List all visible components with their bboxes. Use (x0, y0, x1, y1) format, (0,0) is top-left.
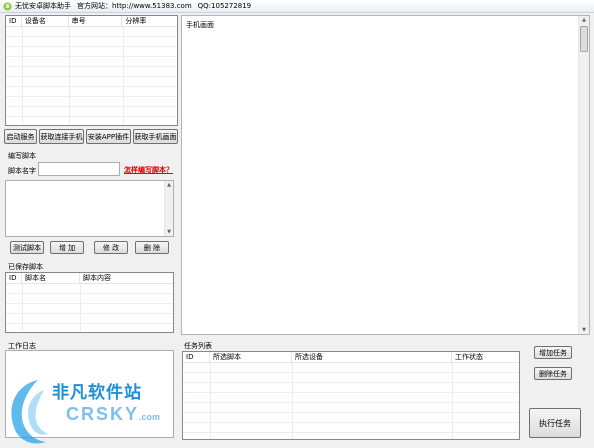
saved-scripts-body (6, 284, 173, 332)
column-header[interactable]: 所选设备 (292, 352, 452, 362)
start-service-button[interactable]: 启动服务 (4, 129, 37, 144)
task-list[interactable]: ID 所选脚本 所选设备 工作状态 (182, 351, 520, 440)
run-task-button[interactable]: 执行任务 (529, 408, 581, 438)
watermark-cn-text: 非凡软件站 (52, 383, 142, 403)
device-list-header: ID 设备名 串号 分辨率 (6, 16, 177, 27)
task-list-title: 任务列表 (184, 342, 212, 350)
column-header[interactable]: ID (6, 16, 22, 26)
window-title: 无忧安卓脚本助手 (15, 2, 71, 10)
delete-task-button[interactable]: 删除任务 (534, 367, 572, 380)
phone-screen-scrollbar[interactable]: ▲ ▼ (578, 16, 589, 334)
column-header[interactable]: 工作状态 (452, 352, 519, 362)
phone-screen-panel[interactable]: 手机画面 ▲ ▼ (181, 15, 590, 335)
task-list-header: ID 所选脚本 所选设备 工作状态 (183, 352, 519, 363)
scroll-down-icon[interactable]: ▼ (165, 228, 173, 236)
column-header[interactable]: 串号 (69, 16, 123, 26)
get-phones-button[interactable]: 获取连接手机 (39, 129, 84, 144)
help-link[interactable]: 怎样编写脚本？ (124, 165, 173, 175)
column-header[interactable]: 设备名 (22, 16, 69, 26)
saved-scripts-header: ID 脚本名 脚本内容 (6, 273, 173, 284)
script-content-textarea[interactable]: ▲ ▼ (5, 180, 174, 237)
column-header[interactable]: ID (183, 352, 210, 362)
official-site: 官方网站：http://www.51383.com (77, 2, 192, 10)
add-task-button[interactable]: 增加任务 (534, 346, 572, 359)
script-content-scrollbar[interactable]: ▲ ▼ (164, 181, 173, 236)
scrollbar-thumb[interactable] (580, 26, 588, 52)
device-list[interactable]: ID 设备名 串号 分辨率 (5, 15, 178, 126)
script-editor-title: 编写脚本 (8, 152, 36, 160)
add-script-button[interactable]: 增 加 (50, 241, 84, 254)
script-name-input[interactable] (38, 162, 120, 176)
scroll-down-icon[interactable]: ▼ (579, 326, 589, 334)
scroll-up-icon[interactable]: ▲ (165, 181, 173, 189)
saved-scripts-list[interactable]: ID 脚本名 脚本内容 (5, 272, 174, 333)
scroll-up-icon[interactable]: ▲ (579, 16, 589, 24)
script-name-label: 脚本名字 (8, 167, 36, 175)
saved-scripts-title: 已保存脚本 (8, 263, 43, 271)
get-screen-button[interactable]: 获取手机画面 (133, 129, 178, 144)
title-bar: 无忧安卓脚本助手 官方网站：http://www.51383.com QQ:10… (0, 0, 594, 13)
task-list-body (183, 363, 519, 439)
test-script-button[interactable]: 测试脚本 (10, 241, 44, 254)
column-header[interactable]: 脚本内容 (80, 273, 173, 283)
column-header[interactable]: 分辨率 (122, 16, 177, 26)
watermark-logo: 非凡软件站 CRSKY.com (0, 376, 175, 448)
column-header[interactable]: 脚本名 (22, 273, 80, 283)
watermark-swirl-icon (11, 380, 48, 444)
watermark-en-text: CRSKY.com (66, 404, 161, 424)
phone-screen-title: 手机画面 (186, 21, 214, 29)
qq-number: QQ:105272819 (197, 2, 252, 10)
app-icon (3, 1, 12, 11)
install-app-button[interactable]: 安装APP插件 (86, 129, 131, 144)
column-header[interactable]: ID (6, 273, 22, 283)
edit-script-button[interactable]: 修 改 (94, 241, 128, 254)
device-list-body (6, 27, 177, 125)
delete-script-button[interactable]: 删 除 (135, 241, 169, 254)
column-header[interactable]: 所选脚本 (210, 352, 292, 362)
